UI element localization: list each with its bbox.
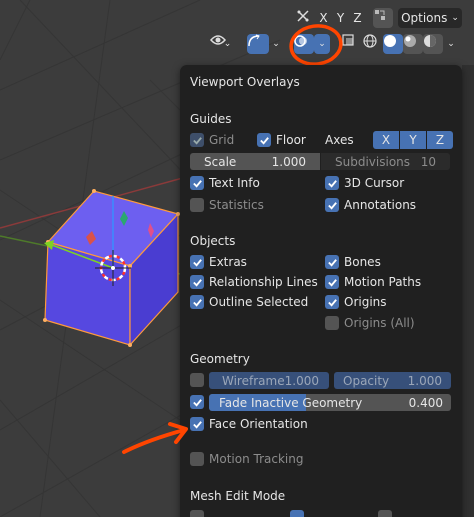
subdivisions-field[interactable]: Subdivisions 10 (321, 153, 450, 170)
subdivisions-label: Subdivisions (335, 154, 411, 169)
eye-visibility-icon[interactable]: ⌄ (210, 34, 242, 54)
wireframe-label: Wireframe (222, 373, 285, 388)
opacity-value: 1.000 (407, 373, 442, 388)
show-gizmo-icon[interactable] (247, 34, 269, 54)
axes-label: Axes (325, 133, 354, 147)
gizmo-dropdown[interactable]: ⌄ (270, 34, 282, 54)
3d-cursor-checkbox[interactable]: 3D Cursor (325, 176, 404, 190)
fade-value: 0.400 (408, 395, 443, 410)
options-dropdown[interactable]: Options ⌄ (398, 8, 462, 28)
scale-value: 1.000 (271, 154, 306, 169)
axis-y-toggle[interactable]: Y (400, 131, 426, 149)
wireframe-slider[interactable]: Wireframe 1.000 (209, 372, 329, 389)
fade-label: Fade Inactive Geometry (219, 395, 363, 410)
panel-title: Viewport Overlays (190, 75, 300, 89)
right-tool-strip (462, 65, 474, 517)
objects-heading: Objects (190, 234, 236, 248)
checkbox-icon (325, 176, 339, 190)
motion-paths-checkbox[interactable]: Motion Paths (325, 275, 421, 289)
mirror-z-toggle[interactable]: Z (350, 9, 365, 26)
wireframe-checkbox[interactable] (190, 373, 204, 387)
chevron-down-icon: ⌄ (272, 39, 280, 49)
checkbox-icon (325, 316, 339, 330)
geometry-heading: Geometry (190, 352, 250, 366)
face-orientation-label: Face Orientation (209, 417, 308, 431)
grid-checkbox[interactable]: Grid (190, 133, 234, 147)
checkbox-icon (190, 275, 204, 289)
outline-selected-checkbox[interactable]: Outline Selected (190, 295, 308, 309)
opacity-slider[interactable]: Opacity 1.000 (334, 372, 451, 389)
snap-icon[interactable] (373, 8, 393, 28)
bones-label: Bones (344, 255, 381, 269)
checkbox-icon (190, 198, 204, 212)
annotations-checkbox[interactable]: Annotations (325, 198, 416, 212)
statistics-label: Statistics (209, 198, 264, 212)
floor-checkbox[interactable]: Floor (257, 133, 306, 147)
relationship-lines-label: Relationship Lines (209, 275, 318, 289)
checkbox-icon (325, 255, 339, 269)
face-orientation-checkbox[interactable]: Face Orientation (190, 417, 308, 431)
outline-selected-label: Outline Selected (209, 295, 309, 309)
motion-tracking-checkbox[interactable]: Motion Tracking (190, 452, 303, 466)
fade-inactive-slider[interactable]: Fade Inactive Geometry 0.400 (209, 394, 451, 411)
origins-checkbox[interactable]: Origins (325, 295, 387, 309)
checkbox-icon (190, 373, 204, 387)
grid-label: Grid (209, 133, 235, 147)
checkbox-icon (325, 198, 339, 212)
annotation-arrow (122, 422, 188, 454)
floor-label: Floor (276, 133, 306, 147)
origins-all-checkbox[interactable]: Origins (All) (325, 316, 415, 330)
scale-label: Scale (204, 154, 237, 169)
fade-inactive-checkbox[interactable] (190, 395, 204, 409)
chevron-down-icon: ⌄ (451, 13, 459, 23)
scale-field[interactable]: Scale 1.000 (190, 153, 320, 170)
options-label: Options (401, 11, 448, 25)
rendered-shading-icon[interactable] (423, 34, 443, 54)
subdivisions-value: 10 (420, 154, 436, 169)
relationship-lines-checkbox[interactable]: Relationship Lines (190, 275, 318, 289)
3d-cursor-label: 3D Cursor (344, 176, 405, 190)
wireframe-value: 1.000 (284, 373, 319, 388)
checkbox-icon (190, 295, 204, 309)
annotations-label: Annotations (344, 198, 417, 212)
checkbox-icon (190, 133, 204, 147)
checkbox-icon (190, 176, 204, 190)
bones-checkbox[interactable]: Bones (325, 255, 381, 269)
annotation-circle (289, 24, 343, 66)
guides-heading: Guides (190, 112, 232, 126)
axis-x-toggle[interactable]: X (373, 131, 399, 149)
text-info-label: Text Info (209, 176, 260, 190)
material-shading-icon[interactable] (403, 34, 423, 54)
text-info-checkbox[interactable]: Text Info (190, 176, 260, 190)
opacity-label: Opacity (343, 373, 390, 388)
chevron-down-icon: ⌄ (447, 39, 455, 49)
origins-label: Origins (344, 295, 387, 309)
checkbox-icon (190, 395, 204, 409)
origins-all-label: Origins (All) (344, 316, 415, 330)
mesh-edit-row-partial (190, 510, 452, 517)
motion-paths-label: Motion Paths (344, 275, 422, 289)
shading-dropdown[interactable]: ⌄ (444, 34, 458, 54)
wireframe-shading-icon[interactable] (363, 34, 383, 54)
motion-tracking-label: Motion Tracking (209, 452, 304, 466)
axis-z-toggle[interactable]: Z (427, 131, 453, 149)
checkbox-icon (325, 275, 339, 289)
checkbox-icon (190, 255, 204, 269)
checkbox-icon (325, 295, 339, 309)
mesh-edit-heading: Mesh Edit Mode (190, 489, 286, 503)
solid-shading-icon[interactable] (383, 34, 403, 54)
extras-checkbox[interactable]: Extras (190, 255, 247, 269)
checkbox-icon (257, 133, 271, 147)
statistics-checkbox[interactable]: Statistics (190, 198, 264, 212)
extras-label: Extras (209, 255, 247, 269)
